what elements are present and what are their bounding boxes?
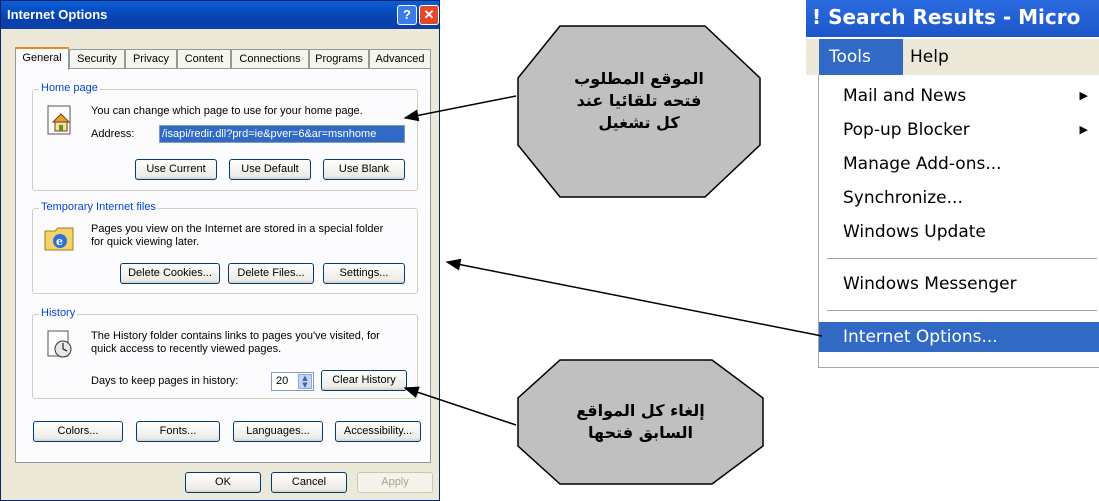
arrow-to-dialog bbox=[445, 258, 823, 337]
tab-general[interactable]: General bbox=[15, 47, 69, 70]
callout-home-page-text: الموقع المطلوب فتحه تلقائيا عند كل تشغيل bbox=[518, 68, 760, 134]
callout-clear-history-line2: السابق فتحها bbox=[588, 423, 693, 442]
callout-home-page-line3: كل تشغيل bbox=[598, 113, 680, 132]
arrow-to-clear-history bbox=[403, 386, 517, 426]
callout-home-page-line1: الموقع المطلوب bbox=[574, 69, 704, 88]
callout-clear-history-line1: إلغاء كل المواقع bbox=[576, 401, 705, 420]
callout-clear-history-text: إلغاء كل المواقع السابق فتحها bbox=[518, 400, 763, 444]
arrow-to-address bbox=[403, 95, 517, 122]
callout-home-page-line2: فتحه تلقائيا عند bbox=[576, 91, 702, 110]
